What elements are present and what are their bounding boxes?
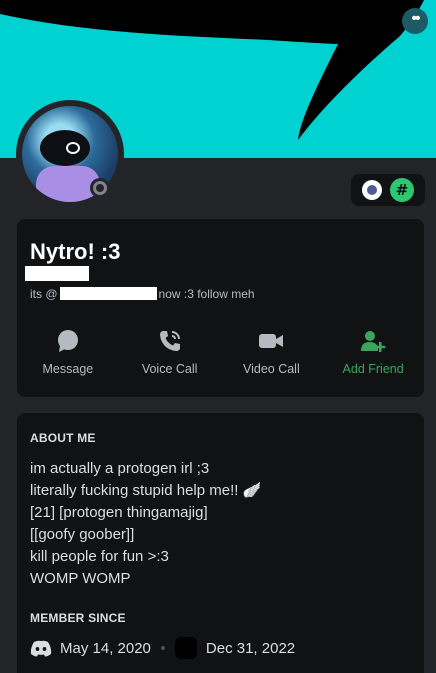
discord-logo-icon bbox=[30, 640, 52, 657]
bio-line: kill people for fun >:3 bbox=[30, 548, 169, 565]
chat-bubble-icon bbox=[54, 327, 82, 355]
member-since-row: May 14, 2020 Dec 31, 2022 bbox=[30, 637, 295, 659]
status-offline-indicator bbox=[90, 178, 110, 198]
profile-card: Nytro! :3 its @ now :3 follow meh Message… bbox=[17, 219, 424, 397]
redacted-username bbox=[25, 266, 89, 281]
bio-line: [[goofy goober]] bbox=[30, 526, 135, 543]
badge-list: # bbox=[351, 174, 425, 206]
custom-status-end: now :3 follow meh bbox=[158, 287, 255, 301]
speed-badge-icon[interactable] bbox=[362, 180, 382, 200]
add-friend-icon bbox=[359, 327, 387, 355]
member-since-heading: MEMBER SINCE bbox=[30, 611, 126, 625]
discord-member-date: May 14, 2020 bbox=[60, 639, 151, 657]
phone-icon bbox=[156, 327, 184, 355]
message-label: Message bbox=[42, 362, 94, 376]
profile-actions: Message Voice Call Video Call Add Friend bbox=[17, 327, 424, 376]
more-icon: •• bbox=[411, 10, 420, 27]
hashtag-badge-icon[interactable]: # bbox=[390, 178, 414, 202]
add-friend-button[interactable]: Add Friend bbox=[322, 327, 424, 376]
bio-line: im actually a protogen irl ;3 bbox=[30, 460, 210, 477]
about-me-heading: ABOUT ME bbox=[30, 431, 96, 445]
redacted-handle bbox=[59, 287, 157, 300]
avatar-eye bbox=[66, 142, 80, 154]
voice-call-button[interactable]: Voice Call bbox=[119, 327, 221, 376]
add-friend-label: Add Friend bbox=[342, 362, 404, 376]
display-name: Nytro! :3 bbox=[30, 239, 121, 264]
about-me-text: im actually a protogen irl ;3 literally … bbox=[30, 458, 261, 590]
custom-status-start: its @ bbox=[30, 287, 58, 301]
video-call-label: Video Call bbox=[242, 362, 300, 376]
bio-line: literally fucking stupid help me!! 🪽 bbox=[30, 482, 262, 499]
bio-line: [21] [protogen thingamajig] bbox=[30, 504, 208, 521]
more-options-button[interactable]: •• bbox=[402, 8, 428, 34]
message-button[interactable]: Message bbox=[17, 327, 119, 376]
avatar-face bbox=[40, 130, 90, 166]
custom-status: its @ now :3 follow meh bbox=[30, 287, 255, 301]
server-member-date: Dec 31, 2022 bbox=[205, 639, 296, 657]
voice-call-label: Voice Call bbox=[141, 362, 198, 376]
server-icon[interactable] bbox=[174, 637, 197, 659]
video-camera-icon bbox=[257, 327, 285, 355]
separator-dot bbox=[160, 646, 165, 650]
video-call-button[interactable]: Video Call bbox=[221, 327, 323, 376]
bio-line: WOMP WOMP bbox=[30, 570, 131, 587]
about-card: ABOUT ME im actually a protogen irl ;3 l… bbox=[17, 413, 424, 673]
